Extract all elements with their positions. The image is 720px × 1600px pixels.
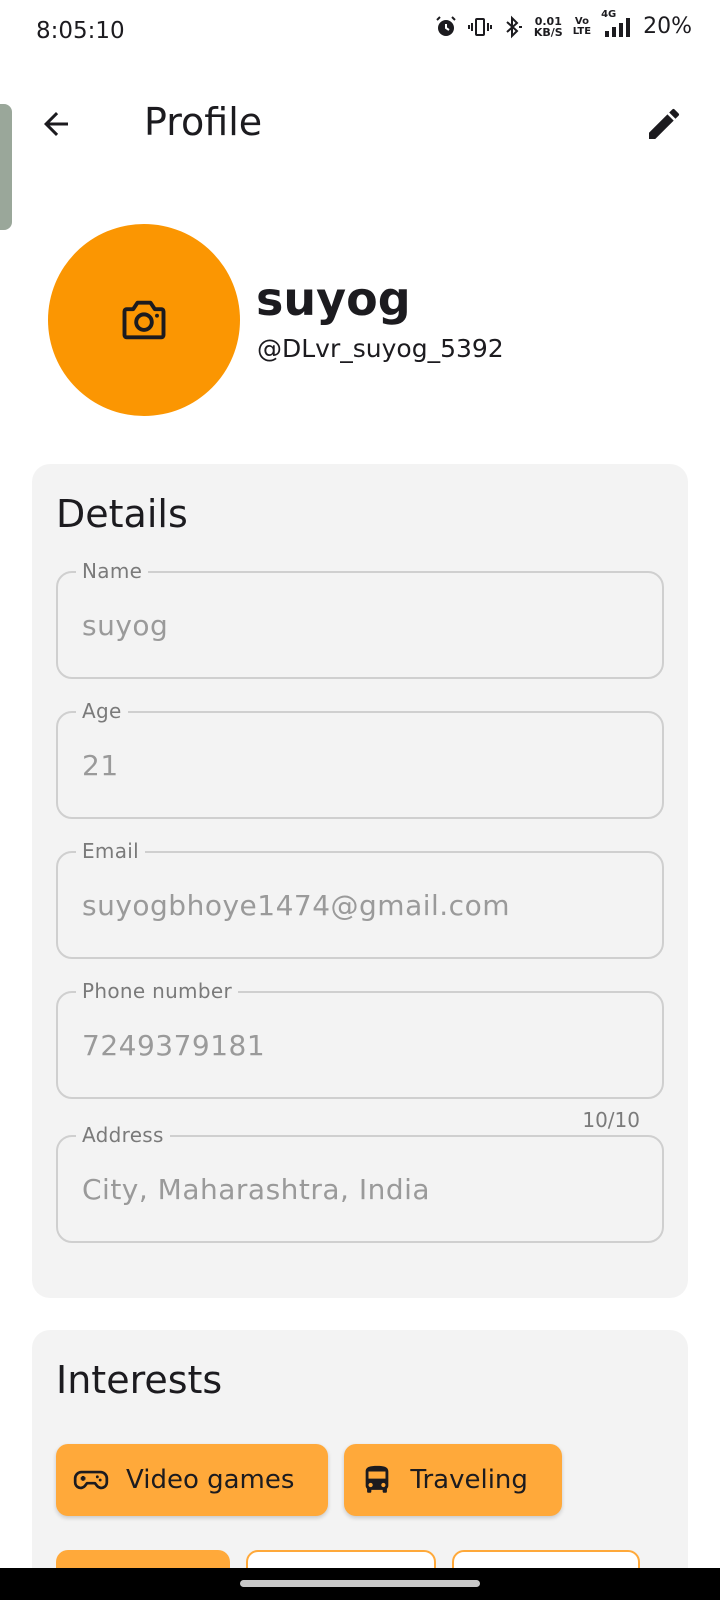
status-bar: 8:05:10 0.01 KB/S Vo LTE 4G 20% bbox=[0, 0, 720, 64]
interests-card: Interests Video games Traveling bbox=[32, 1330, 688, 1600]
chip-video-games[interactable]: Video games bbox=[56, 1444, 329, 1516]
age-field-value: 21 bbox=[82, 749, 119, 782]
profile-handle: @DLvr_suyog_5392 bbox=[257, 334, 504, 363]
age-field[interactable]: Age 21 bbox=[56, 699, 664, 819]
edit-button[interactable] bbox=[636, 96, 692, 152]
age-field-label: Age bbox=[76, 699, 128, 723]
details-title: Details bbox=[56, 492, 188, 536]
address-field-label: Address bbox=[76, 1123, 170, 1147]
phone-field-value: 7249379181 bbox=[82, 1029, 266, 1062]
email-field-value: suyogbhoye1474@gmail.com bbox=[82, 889, 510, 922]
app-bar: Profile bbox=[0, 80, 720, 162]
email-field[interactable]: Email suyogbhoye1474@gmail.com bbox=[56, 839, 664, 959]
signal-indicator: 4G bbox=[601, 9, 633, 39]
network-type: 4G bbox=[601, 8, 617, 20]
arrow-back-icon bbox=[44, 112, 68, 136]
bus-icon bbox=[366, 1465, 389, 1493]
status-time: 8:05:10 bbox=[36, 18, 125, 44]
interest-chips: Video games Traveling bbox=[56, 1444, 562, 1516]
chip-video-games-label: Video games bbox=[126, 1465, 295, 1495]
interests-title: Interests bbox=[56, 1358, 223, 1402]
name-field-label: Name bbox=[76, 559, 149, 583]
vibrate-icon bbox=[467, 17, 492, 36]
volte-top: Vo bbox=[574, 15, 589, 27]
email-field-label: Email bbox=[76, 839, 145, 863]
battery-level: 20% bbox=[643, 14, 692, 39]
status-icons: 0.01 KB/S Vo LTE 4G 20% bbox=[434, 9, 692, 39]
pencil-icon bbox=[649, 108, 680, 139]
volte-indicator: Vo LTE bbox=[572, 15, 592, 37]
network-speed-value: 0.01 bbox=[534, 14, 562, 28]
camera-icon bbox=[122, 300, 166, 340]
chip-traveling-label: Traveling bbox=[410, 1465, 528, 1495]
home-gesture-handle[interactable] bbox=[240, 1580, 480, 1587]
network-speed: 0.01 KB/S bbox=[534, 16, 563, 38]
phone-field-label: Phone number bbox=[76, 979, 238, 1003]
volte-bottom: LTE bbox=[572, 25, 592, 37]
name-field[interactable]: Name suyog bbox=[56, 559, 664, 679]
details-card: Details Name suyog Age 21 Email suyogbho… bbox=[32, 464, 688, 1298]
system-navigation-bar bbox=[0, 1568, 720, 1600]
bluetooth-icon bbox=[506, 15, 522, 38]
network-speed-unit: KB/S bbox=[533, 25, 563, 39]
phone-character-counter: 10/10 bbox=[582, 1108, 640, 1132]
avatar-photo-picker[interactable] bbox=[48, 224, 240, 416]
chip-traveling[interactable]: Traveling bbox=[344, 1444, 562, 1516]
gamepad-icon bbox=[73, 1470, 109, 1490]
address-field[interactable]: Address City, Maharashtra, India bbox=[56, 1123, 664, 1243]
phone-field[interactable]: Phone number 7249379181 bbox=[56, 979, 664, 1099]
back-button[interactable] bbox=[28, 96, 84, 152]
alarm-icon bbox=[436, 15, 456, 36]
profile-name: suyog bbox=[256, 272, 411, 326]
name-field-value: suyog bbox=[82, 609, 169, 642]
page-title: Profile bbox=[144, 100, 263, 144]
address-field-value: City, Maharashtra, India bbox=[82, 1173, 431, 1206]
